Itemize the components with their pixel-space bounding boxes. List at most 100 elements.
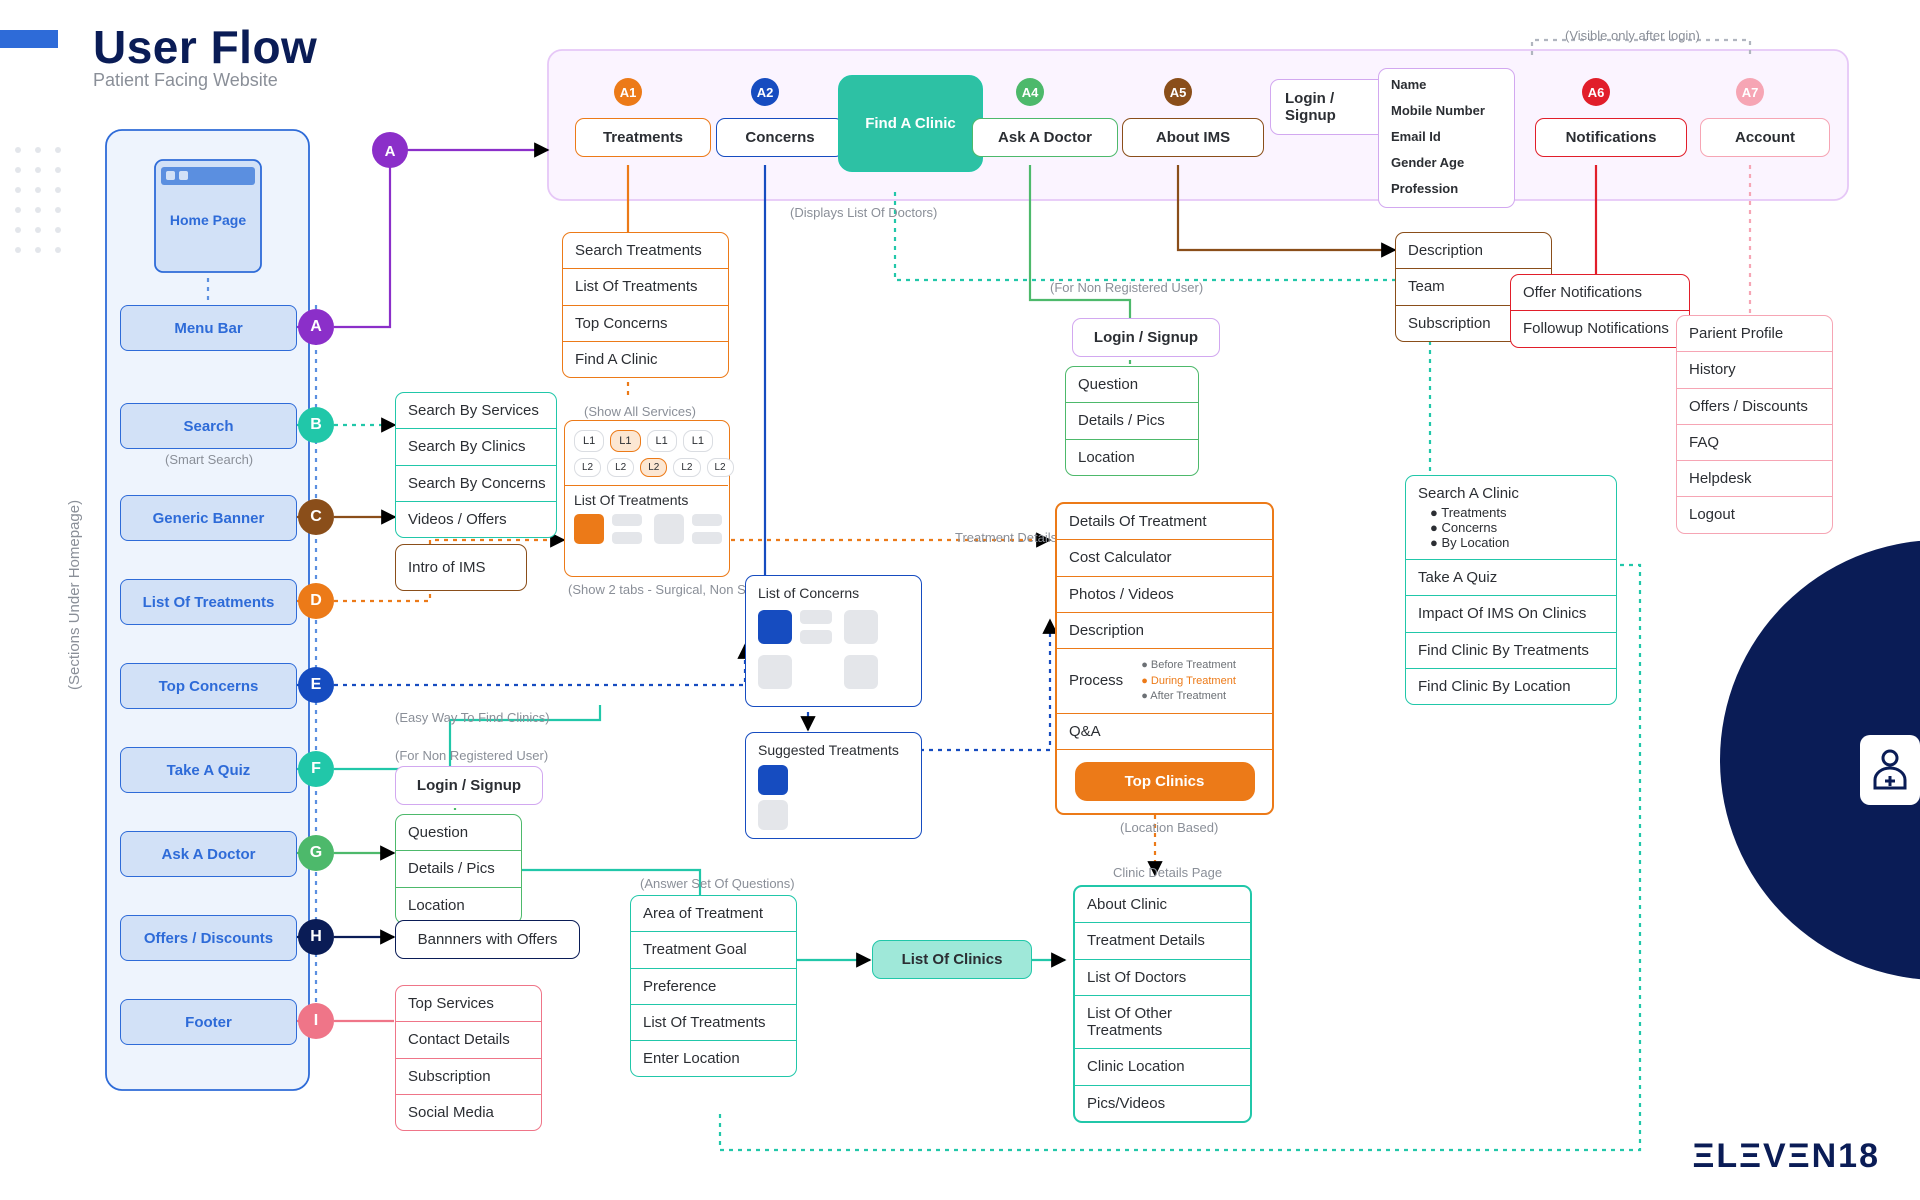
sac-bullet-treatments: ● Treatments: [1430, 506, 1604, 521]
chip-l1-3: L1: [647, 430, 677, 452]
hp-item-offers[interactable]: Offers / Discounts: [120, 915, 297, 961]
login-fields-box: Name Mobile Number Email Id Gender Age P…: [1378, 68, 1515, 208]
ask-item-details[interactable]: Details / Pics: [396, 850, 521, 886]
sac-find-loc[interactable]: Find Clinic By Location: [1406, 668, 1616, 704]
chip-l1-2-active: L1: [610, 430, 640, 452]
search-by-box: Search By Services Search By Clinics Sea…: [395, 392, 557, 538]
ask-item-location-top[interactable]: Location: [1066, 439, 1198, 475]
q-location[interactable]: Enter Location: [631, 1040, 796, 1076]
ask-doctor-items: Question Details / Pics Location: [395, 814, 522, 924]
notif-offer[interactable]: Offer Notifications: [1511, 275, 1689, 310]
code-circle-E: E: [298, 667, 334, 703]
td-qa[interactable]: Q&A: [1057, 713, 1272, 749]
list-of-clinics-chip[interactable]: List Of Clinics: [872, 940, 1032, 979]
footer-subs[interactable]: Subscription: [396, 1058, 541, 1094]
acct-profile[interactable]: Parient Profile: [1677, 316, 1832, 351]
acct-history[interactable]: History: [1677, 351, 1832, 387]
hp-item-generic-banner[interactable]: Generic Banner: [120, 495, 297, 541]
concern-thumb-4: [844, 655, 878, 689]
top-menu-about-ims[interactable]: About IMS: [1122, 118, 1264, 157]
ask-item-details-top[interactable]: Details / Pics: [1066, 402, 1198, 438]
q-list[interactable]: List Of Treatments: [631, 1004, 796, 1040]
top-menu-notifications[interactable]: Notifications: [1535, 118, 1687, 157]
footer-box: Top Services Contact Details Subscriptio…: [395, 985, 542, 1131]
acct-logout[interactable]: Logout: [1677, 496, 1832, 532]
search-by-services[interactable]: Search By Services: [396, 393, 556, 428]
acct-helpdesk[interactable]: Helpdesk: [1677, 460, 1832, 496]
cd-other-treat[interactable]: List Of Other Treatments: [1075, 995, 1250, 1049]
login-signup-small-a4[interactable]: Login / Signup: [1072, 318, 1220, 357]
sac-impact[interactable]: Impact Of IMS On Clinics: [1406, 595, 1616, 631]
code-circle-A4: A4: [1016, 78, 1044, 106]
code-circle-A5: A5: [1164, 78, 1192, 106]
hp-item-take-quiz[interactable]: Take A Quiz: [120, 747, 297, 793]
sac-find-treat[interactable]: Find Clinic By Treatments: [1406, 632, 1616, 668]
services-skel-4: [692, 532, 722, 544]
acct-offers[interactable]: Offers / Discounts: [1677, 388, 1832, 424]
td-photos[interactable]: Photos / Videos: [1057, 576, 1272, 612]
treatments-find-clinic[interactable]: Find A Clinic: [563, 341, 728, 377]
about-desc[interactable]: Description: [1396, 233, 1551, 268]
td-top-clinics-wrap: Top Clinics: [1057, 749, 1272, 813]
td-process-row: Process ● Before Treatment ● During Trea…: [1057, 648, 1272, 713]
q-goal[interactable]: Treatment Goal: [631, 931, 796, 967]
q-area[interactable]: Area of Treatment: [631, 896, 796, 931]
sac-take-quiz[interactable]: Take A Quiz: [1406, 559, 1616, 595]
services-list-label: List Of Treatments: [574, 492, 688, 508]
top-menu-ask-doctor[interactable]: Ask A Doctor: [972, 118, 1118, 157]
code-circle-G: G: [298, 835, 334, 871]
services-thumb-2: [654, 514, 684, 544]
td-step-after: ● After Treatment: [1141, 690, 1236, 703]
td-top-clinics-btn[interactable]: Top Clinics: [1075, 762, 1255, 801]
td-loc-note: (Location Based): [1120, 820, 1218, 835]
hp-item-ask-doctor[interactable]: Ask A Doctor: [120, 831, 297, 877]
concern-skel-2: [800, 630, 832, 644]
notif-followup[interactable]: Followup Notifications: [1511, 310, 1689, 346]
non-reg-note-top: (For Non Registered User): [1050, 280, 1203, 295]
hp-item-footer[interactable]: Footer: [120, 999, 297, 1045]
acct-faq[interactable]: FAQ: [1677, 424, 1832, 460]
login-signup-quiz[interactable]: Login / Signup: [395, 766, 543, 805]
treatments-top-concerns[interactable]: Top Concerns: [563, 305, 728, 341]
cd-doctors[interactable]: List Of Doctors: [1075, 959, 1250, 995]
top-menu-concerns[interactable]: Concerns: [716, 118, 844, 157]
concerns-title: List of Concerns: [746, 576, 921, 610]
concern-thumb-2: [844, 610, 878, 644]
footer-contact[interactable]: Contact Details: [396, 1021, 541, 1057]
ask-item-location[interactable]: Location: [396, 887, 521, 923]
concern-thumb-3: [758, 655, 792, 689]
top-menu-account[interactable]: Account: [1700, 118, 1830, 157]
td-details[interactable]: Details Of Treatment: [1057, 504, 1272, 539]
treatments-search[interactable]: Search Treatments: [563, 233, 728, 268]
cd-about[interactable]: About Clinic: [1075, 887, 1250, 922]
patient-icon-badge[interactable]: [1860, 735, 1920, 805]
hp-item-search[interactable]: Search: [120, 403, 297, 449]
chip-l2-5: L2: [707, 458, 734, 477]
svg-text:A: A: [385, 143, 396, 160]
code-circle-A1: A1: [614, 78, 642, 106]
footer-social[interactable]: Social Media: [396, 1094, 541, 1130]
search-by-videos[interactable]: Videos / Offers: [396, 501, 556, 537]
ask-item-question[interactable]: Question: [396, 815, 521, 850]
ask-item-question-top[interactable]: Question: [1066, 367, 1198, 402]
hp-item-list-treatments[interactable]: List Of Treatments: [120, 579, 297, 625]
q-pref[interactable]: Preference: [631, 968, 796, 1004]
questions-panel: Area of Treatment Treatment Goal Prefere…: [630, 895, 797, 1077]
top-menu-treatments[interactable]: Treatments: [575, 118, 711, 157]
td-cost[interactable]: Cost Calculator: [1057, 539, 1272, 575]
code-circle-A6: A6: [1582, 78, 1610, 106]
hp-item-top-concerns[interactable]: Top Concerns: [120, 663, 297, 709]
td-desc[interactable]: Description: [1057, 612, 1272, 648]
treatments-list[interactable]: List Of Treatments: [563, 268, 728, 304]
clinic-details-note: Clinic Details Page: [1113, 865, 1222, 880]
cd-treat[interactable]: Treatment Details: [1075, 922, 1250, 958]
footer-top-services[interactable]: Top Services: [396, 986, 541, 1021]
top-menu-find-clinic[interactable]: Find A Clinic: [838, 75, 983, 172]
cd-pics[interactable]: Pics/Videos: [1075, 1085, 1250, 1121]
cd-location[interactable]: Clinic Location: [1075, 1048, 1250, 1084]
sac-title: Search A Clinic: [1406, 476, 1616, 506]
search-by-clinics[interactable]: Search By Clinics: [396, 428, 556, 464]
hp-item-menu-bar[interactable]: Menu Bar: [120, 305, 297, 351]
search-by-concerns[interactable]: Search By Concerns: [396, 465, 556, 501]
ask-doctor-items-top: Question Details / Pics Location: [1065, 366, 1199, 476]
